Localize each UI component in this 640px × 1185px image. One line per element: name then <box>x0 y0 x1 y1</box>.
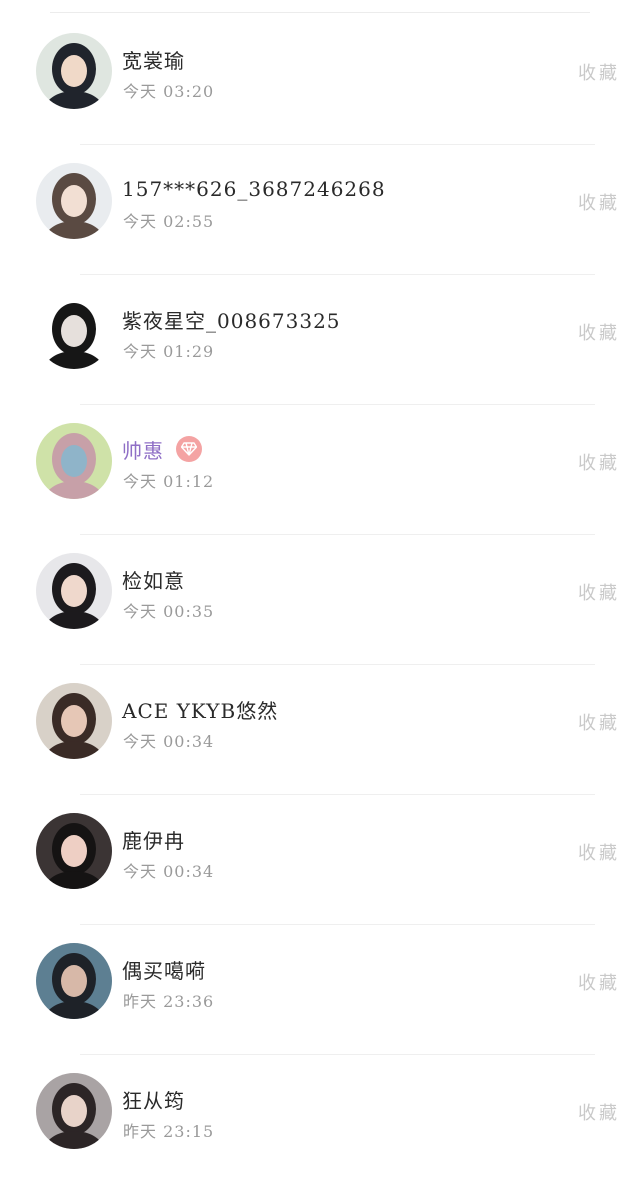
contact-name-line: 157***626_3687246268 <box>122 175 386 203</box>
contact-row[interactable]: 宽裳瑜今天 03:20 收藏 <box>0 15 640 145</box>
contact-row[interactable]: 检如意今天 00:35 收藏 <box>0 535 640 665</box>
favorite-button[interactable]: 收藏 <box>578 449 620 475</box>
contact-row[interactable]: ACE YKYB悠然今天 00:34 收藏 <box>0 665 640 795</box>
contact-row[interactable]: 157***626_3687246268 今天 02:55 收藏 <box>0 145 640 275</box>
favorite-button[interactable]: 收藏 <box>578 319 620 345</box>
contact-name: 鹿伊冉 <box>122 828 185 853</box>
contact-name: 157***626_3687246268 <box>122 177 386 201</box>
avatar[interactable] <box>36 33 112 109</box>
favorite-button[interactable]: 收藏 <box>578 579 620 605</box>
contact-name-line: 宽裳瑜 <box>122 45 185 73</box>
avatar[interactable] <box>36 683 112 759</box>
favorite-button[interactable]: 收藏 <box>578 1099 620 1125</box>
contact-name: 狂从筠 <box>122 1088 185 1113</box>
contact-name: 宽裳瑜 <box>122 48 185 73</box>
favorite-button[interactable]: 收藏 <box>578 59 620 85</box>
avatar[interactable] <box>36 943 112 1019</box>
visit-time: 今天 00:35 <box>123 602 215 621</box>
contact-name: 紫夜星空_008673325 <box>122 308 341 333</box>
contact-row[interactable]: 偶买噶嗬昨天 23:36 收藏 <box>0 925 640 1055</box>
contact-row[interactable]: 鹿伊冉今天 00:34 收藏 <box>0 795 640 925</box>
visit-time: 今天 01:29 <box>123 342 215 361</box>
contact-name: 检如意 <box>122 568 185 593</box>
contact-row[interactable]: 紫夜星空_008673325 今天 01:29 收藏 <box>0 275 640 405</box>
visit-time: 今天 00:34 <box>123 862 215 881</box>
avatar[interactable] <box>36 813 112 889</box>
contact-name-line: 偶买噶嗬 <box>122 955 206 983</box>
contact-name-line: 狂从筠 <box>122 1085 185 1113</box>
contact-name-line: ACE YKYB悠然 <box>122 695 278 723</box>
avatar[interactable] <box>36 553 112 629</box>
contact-name-line: 鹿伊冉 <box>122 825 185 853</box>
top-divider <box>50 12 590 13</box>
contact-name: ACE YKYB悠然 <box>122 698 279 723</box>
visit-time: 今天 03:20 <box>123 82 215 101</box>
visit-time: 今天 02:55 <box>123 212 215 231</box>
favorite-button[interactable]: 收藏 <box>578 189 620 215</box>
contact-name-line: 帅惠 <box>122 435 202 463</box>
contact-row[interactable]: 狂从筠昨天 23:15 收藏 <box>0 1055 640 1185</box>
contact-name: 偶买噶嗬 <box>122 958 206 983</box>
avatar[interactable] <box>36 293 112 369</box>
avatar[interactable] <box>36 423 112 499</box>
visit-time: 昨天 23:36 <box>123 992 215 1011</box>
contact-name-line: 检如意 <box>122 565 185 593</box>
contact-name-line: 紫夜星空_008673325 <box>122 305 341 333</box>
diamond-icon <box>176 436 202 462</box>
visit-time: 昨天 23:15 <box>123 1122 215 1141</box>
contact-name: 帅惠 <box>122 438 164 463</box>
visit-time: 今天 01:12 <box>123 472 215 491</box>
favorite-button[interactable]: 收藏 <box>578 709 620 735</box>
contact-list: 宽裳瑜今天 03:20 收藏 157***626_3687246268 今天 02:5… <box>0 15 640 1185</box>
avatar[interactable] <box>36 163 112 239</box>
avatar[interactable] <box>36 1073 112 1149</box>
favorite-button[interactable]: 收藏 <box>578 969 620 995</box>
visit-time: 今天 00:34 <box>123 732 215 751</box>
contact-row[interactable]: 帅惠今天 01:12 收藏 <box>0 405 640 535</box>
favorite-button[interactable]: 收藏 <box>578 839 620 865</box>
